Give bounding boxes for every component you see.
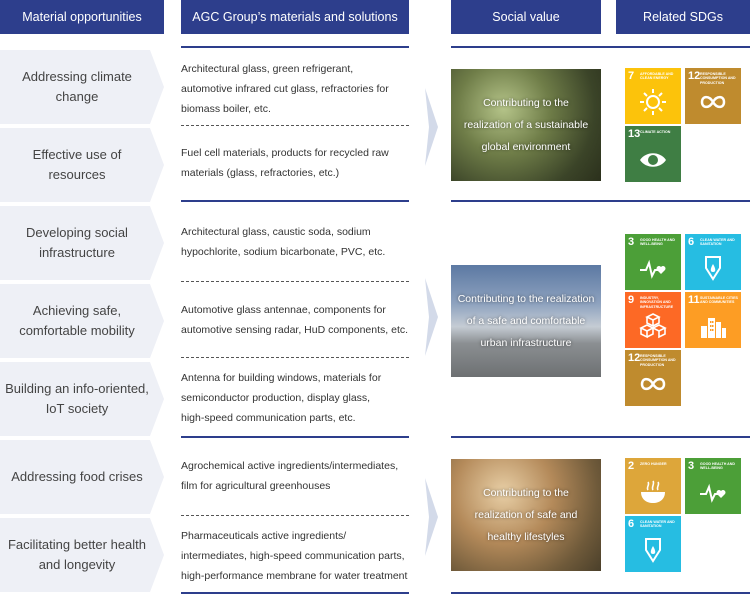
sdg-6-tile: 6 Clean water and sanitation <box>625 516 681 572</box>
solution-climate-change: Architectural glass, green refrigerant, a… <box>181 63 389 115</box>
rule-group-1-top <box>181 46 409 48</box>
opportunity-food-crises: Addressing food crises <box>0 440 164 514</box>
infinity-icon <box>640 377 666 391</box>
solution-effective-resources: Fuel cell materials, products for recycl… <box>181 147 389 179</box>
chevron-right-icon <box>425 88 438 166</box>
opportunity-climate-change: Addressing climate change <box>0 50 164 124</box>
sdg-12-tile: 12 Responsible consumption and production <box>685 68 741 124</box>
sun-icon <box>640 89 666 115</box>
bowl-icon <box>641 480 665 503</box>
sdg-12-tile: 12 Responsible consumption and production <box>625 350 681 406</box>
social-value-urban-infrastructure: Contributing to the realization of a safe… <box>451 265 601 377</box>
header-social-value: Social value <box>451 0 601 34</box>
solution-social-infrastructure: Architectural glass, caustic soda, sodiu… <box>181 226 386 258</box>
solution-food-crises: Agrochemical active ingredients/intermed… <box>181 460 399 492</box>
rule-group-3-bottom <box>181 592 409 594</box>
sdg-11-tile: 11 Sustainable cities and communities <box>685 292 741 348</box>
water-drop-icon <box>705 256 721 281</box>
rule-value-1-bottom <box>451 200 750 202</box>
sdg-3-tile: 3 Good health and well-being <box>685 458 741 514</box>
header-materials-solutions: AGC Group’s materials and solutions <box>181 0 409 34</box>
solution-health-longevity: Pharmaceuticals active ingredients/inter… <box>181 530 408 582</box>
water-drop-icon <box>645 538 661 563</box>
opportunity-safe-mobility: Achieving safe, comfortable mobility <box>0 284 164 358</box>
divider-dashed <box>181 515 409 516</box>
opportunity-effective-resources: Effective use of resources <box>0 128 164 202</box>
sdg-3-tile: 3 Good health and well-being <box>625 234 681 290</box>
rule-value-3-bottom <box>451 592 750 594</box>
divider-dashed <box>181 281 409 282</box>
cubes-icon <box>639 313 667 339</box>
social-value-healthy-lifestyles: Contributing to the realization of safe a… <box>451 459 601 571</box>
social-value-sustainable-environment: Contributing to the realization of a sust… <box>451 69 601 181</box>
chevron-right-icon <box>425 278 438 356</box>
rule-value-2-bottom <box>451 436 750 438</box>
sdg-6-tile: 6 Clean water and sanitation <box>685 234 741 290</box>
heartbeat-icon <box>700 483 726 503</box>
heartbeat-icon <box>640 259 666 279</box>
sdg-7-tile: 7 Affordable and clean energy <box>625 68 681 124</box>
rule-group-2-bottom <box>181 436 409 438</box>
solution-iot-society: Antenna for building windows, materials … <box>181 372 382 424</box>
sdg-13-tile: 13 Climate action <box>625 126 681 182</box>
city-icon <box>701 318 726 338</box>
eye-icon <box>640 153 666 167</box>
divider-dashed <box>181 125 409 126</box>
infinity-icon <box>700 95 726 109</box>
header-related-sdgs: Related SDGs <box>616 0 750 34</box>
opportunity-iot-society: Building an info-oriented, IoT society <box>0 362 164 436</box>
opportunity-social-infrastructure: Developing social infrastructure <box>0 206 164 280</box>
sdg-9-tile: 9 Industry, innovation and infrastructure <box>625 292 681 348</box>
header-material-opportunities: Material opportunities <box>0 0 164 34</box>
chevron-right-icon <box>425 478 438 556</box>
rule-value-top <box>451 46 750 48</box>
rule-group-1-bottom <box>181 200 409 202</box>
opportunity-health-longevity: Facilitating better health and longevity <box>0 518 164 592</box>
solution-safe-mobility: Automotive glass antennae, components fo… <box>181 304 409 336</box>
sdg-2-tile: 2 Zero hunger <box>625 458 681 514</box>
divider-dashed <box>181 357 409 358</box>
